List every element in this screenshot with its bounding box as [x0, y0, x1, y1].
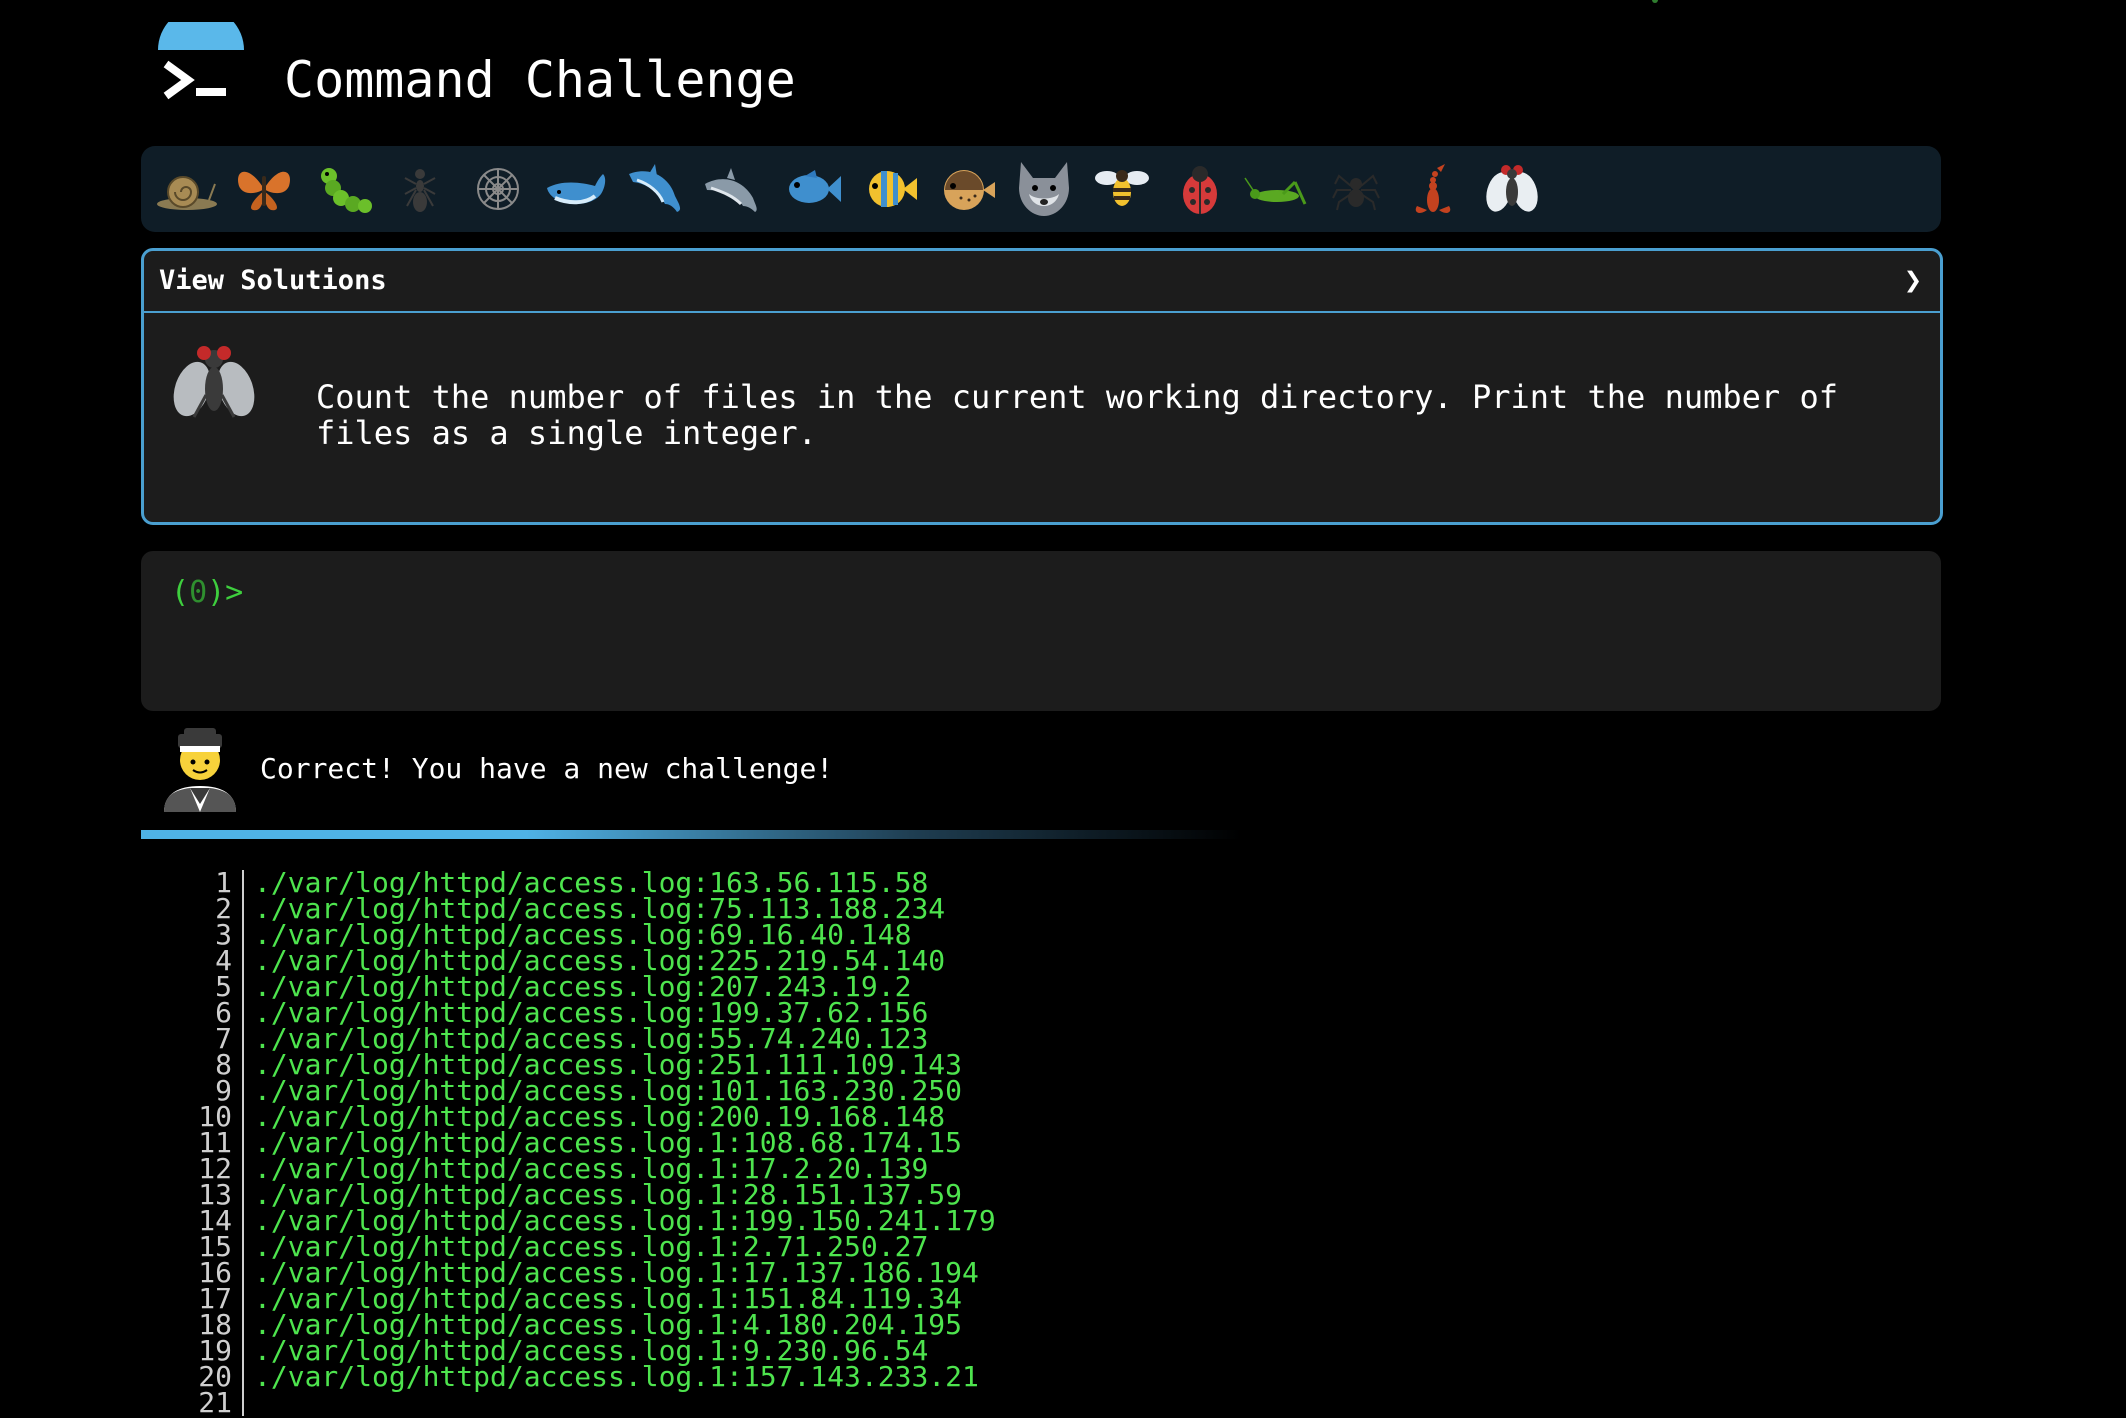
- blowfish-icon[interactable]: [931, 154, 1001, 224]
- spider-web-icon[interactable]: [463, 154, 533, 224]
- caterpillar-icon[interactable]: [307, 154, 377, 224]
- progress-bar: [141, 830, 1241, 839]
- challenge-panel: View Solutions ❯ Count the number of fil…: [141, 248, 1943, 525]
- wolf-icon[interactable]: [1009, 154, 1079, 224]
- ant-icon[interactable]: [385, 154, 455, 224]
- output-line: 20 ./var/log/httpd/access.log.1:157.143.2…: [190, 1360, 1890, 1393]
- butterfly-icon[interactable]: [229, 154, 299, 224]
- ladybug-icon[interactable]: [1165, 154, 1235, 224]
- output-line: 21: [190, 1389, 1890, 1417]
- line-text: ./var/log/httpd/access.log.1:157.143.233…: [254, 1360, 979, 1393]
- dolphin-icon[interactable]: [697, 154, 767, 224]
- line-number: 21: [190, 1389, 244, 1417]
- challenge-icon-strip: [141, 146, 1941, 232]
- snail-icon[interactable]: [151, 154, 221, 224]
- challenge-description: Count the number of files in the current…: [316, 378, 1838, 452]
- app-title: Command Challenge: [284, 51, 796, 109]
- prompt-close: )>: [207, 575, 244, 610]
- fish-icon[interactable]: [775, 154, 845, 224]
- fly-icon[interactable]: [1477, 154, 1547, 224]
- scorpion-icon[interactable]: [1399, 154, 1469, 224]
- chevron-right-icon: ❯: [1903, 263, 1922, 298]
- view-solutions-label: View Solutions: [159, 265, 387, 296]
- terminal-prompt[interactable]: (0)>: [171, 575, 243, 610]
- spider-icon[interactable]: [1321, 154, 1391, 224]
- corner-mark: [1652, 0, 1658, 3]
- status-message: Correct! You have a new challenge!: [260, 752, 834, 785]
- view-solutions-toggle[interactable]: View Solutions ❯: [144, 251, 1940, 313]
- student-avatar-icon: [160, 724, 240, 812]
- cricket-icon[interactable]: [1243, 154, 1313, 224]
- terminal-input-area[interactable]: (0)>: [141, 551, 1941, 711]
- dolphin-icon[interactable]: [619, 154, 689, 224]
- whale-icon[interactable]: [541, 154, 611, 224]
- command-output: 1 ./var/log/httpd/access.log:163.56.115.5…: [190, 869, 1890, 1417]
- terminal-prompt-icon[interactable]: [156, 7, 246, 112]
- tropical-fish-icon[interactable]: [853, 154, 923, 224]
- prompt-open: (: [171, 575, 190, 610]
- fly-icon: [164, 333, 264, 433]
- bee-icon[interactable]: [1087, 154, 1157, 224]
- prompt-count: 0: [189, 575, 208, 610]
